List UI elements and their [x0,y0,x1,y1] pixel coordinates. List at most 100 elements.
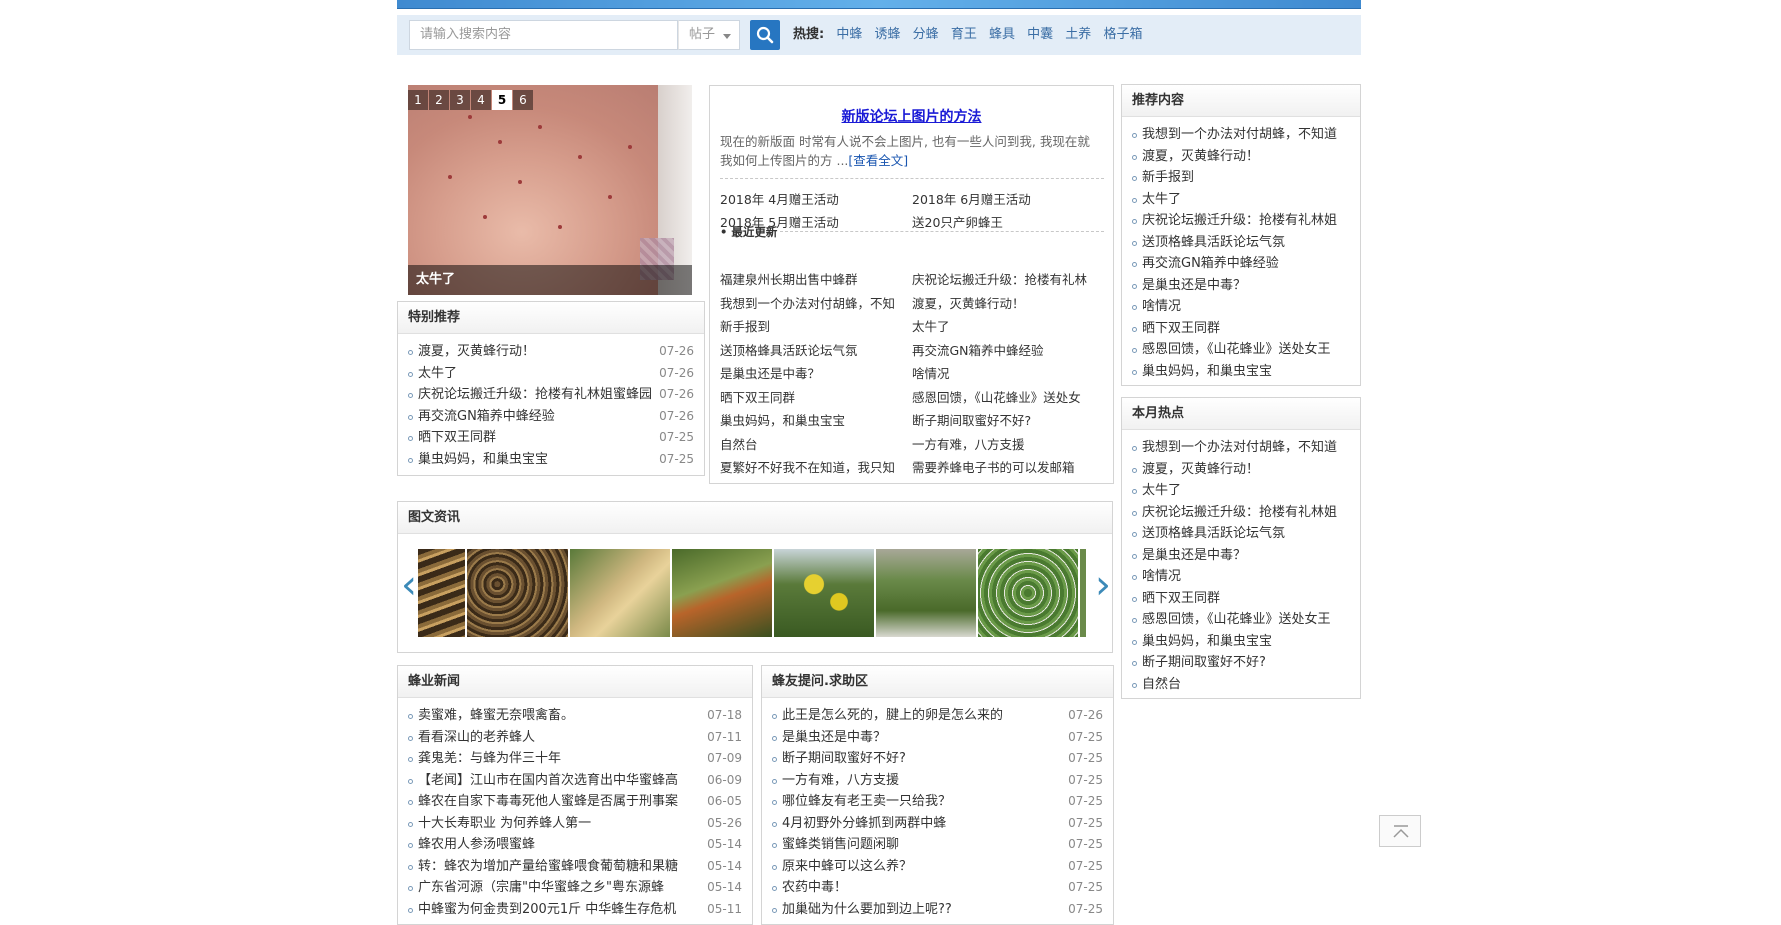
list-item[interactable]: 4月初野外分蜂抓到两群中蜂 07-25 [772,812,1103,834]
list-item[interactable]: 晒下双王同群 [1132,588,1350,610]
list-item[interactable]: 渡夏，灭黄蜂行动！ 07-26 [408,341,694,363]
search-button[interactable] [750,20,780,50]
list-item[interactable]: 蜜蜂类销售问题闲聊 07-25 [772,834,1103,856]
recent-link[interactable]: 晒下双王同群 [720,387,910,408]
recent-link[interactable]: 啥情况 [912,363,1102,384]
hot-term[interactable]: 中囊 [1027,27,1053,42]
chevron-left-icon[interactable]: ‹ [401,559,417,611]
top-banner[interactable] [397,0,1361,9]
list-item[interactable]: 啥情况 [1132,296,1350,318]
recent-link[interactable]: 断子期间取蜜好不好? [912,410,1102,431]
list-item[interactable]: 原来中蜂可以这么养？ 07-25 [772,855,1103,877]
gallery-photo[interactable] [774,549,874,637]
recent-link[interactable]: 巢虫妈妈，和巢虫宝宝 [720,410,910,431]
list-item[interactable]: 庆祝论坛搬迁升级：抢楼有礼林姐 [1132,502,1350,524]
recent-link[interactable]: 自然台 [720,434,910,455]
list-item[interactable]: 渡夏，灭黄蜂行动！ [1132,146,1350,168]
list-item[interactable]: 感恩回馈，《山花蜂业》送处女王 [1132,609,1350,631]
recent-link[interactable]: 感恩回馈，《山花蜂业》送处女 [912,387,1102,408]
slide-caption[interactable]: 太牛了 [408,265,692,295]
list-item[interactable]: 新手报到 [1132,167,1350,189]
event-link[interactable]: 2018年 6月赠王活动 [912,189,1102,210]
list-item[interactable]: 啥情况 [1132,566,1350,588]
list-item[interactable]: 一方有难，八方支援 07-25 [772,769,1103,791]
list-item[interactable]: 龚鬼羌：与蜂为伴三十年 07-09 [408,748,742,770]
gallery-photo[interactable] [978,549,1078,637]
list-item[interactable]: 晒下双王同群 [1132,318,1350,340]
recent-link[interactable]: 是巢虫还是中毒？ [720,363,910,384]
gallery-photo[interactable] [467,549,568,637]
recent-link[interactable]: 渡夏，灭黄蜂行动！ [912,293,1102,314]
recent-link[interactable]: 再交流GN箱养中蜂经验 [912,340,1102,361]
list-item[interactable]: 看看深山的老养蜂人 07-11 [408,726,742,748]
list-item[interactable]: 送顶格蜂具活跃论坛气氛 [1132,232,1350,254]
article-title[interactable]: 新版论坛上图片的方法 [710,106,1113,126]
gallery-photo[interactable] [1080,549,1086,637]
recent-link[interactable]: 新手报到 [720,316,910,337]
recent-link[interactable]: 我想到一个办法对付胡蜂，不知 [720,293,910,314]
back-to-top-button[interactable] [1379,815,1421,847]
list-item[interactable]: 太牛了 [1132,189,1350,211]
list-item[interactable]: 广东省河源（宗庸"中华蜜蜂之乡"粤东源蜂 05-14 [408,877,742,899]
list-item[interactable]: 加巢础为什么要加到边上呢?? 07-25 [772,898,1103,920]
slide-number[interactable]: 2 [429,90,449,110]
list-item[interactable]: 感恩回馈，《山花蜂业》送处女王 [1132,339,1350,361]
list-item[interactable]: 转：蜂农为增加产量给蜜蜂喂食葡萄糖和果糖 05-14 [408,855,742,877]
gallery-photo[interactable] [418,549,465,637]
recent-link[interactable]: 送顶格蜂具活跃论坛气氛 [720,340,910,361]
event-link[interactable]: 送20只产卵蜂王 [912,212,1102,233]
list-item[interactable]: 自然台 [1132,674,1350,696]
hot-term[interactable]: 育王 [951,27,977,42]
list-item[interactable]: 庆祝论坛搬迁升级：抢楼有礼林姐 [1132,210,1350,232]
list-item[interactable]: 此王是怎么死的，腱上的卵是怎么来的 07-26 [772,705,1103,727]
hot-term[interactable]: 诱蜂 [875,27,901,42]
list-item[interactable]: 断子期间取蜜好不好? 07-25 [772,748,1103,770]
list-item[interactable]: 哪位蜂友有老王卖一只给我？ 07-25 [772,791,1103,813]
recent-link[interactable]: 太牛了 [912,316,1102,337]
list-item[interactable]: 是巢虫还是中毒？ [1132,275,1350,297]
list-item[interactable]: 巢虫妈妈，和巢虫宝宝 [1132,361,1350,383]
gallery-photo[interactable] [672,549,772,637]
read-more-link[interactable]: [查看全文] [848,153,908,168]
list-item[interactable]: 庆祝论坛搬迁升级：抢楼有礼林姐蜜蜂园 07-26 [408,384,694,406]
recent-link[interactable]: 庆祝论坛搬迁升级：抢楼有礼林 [912,269,1102,290]
list-item[interactable]: 太牛了 07-26 [408,362,694,384]
recent-link[interactable]: 夏繁好不好我不在知道，我只知 [720,457,910,478]
hot-term[interactable]: 分蜂 [913,27,939,42]
search-input[interactable]: 请输入搜索内容 [409,20,678,50]
hot-term[interactable]: 格子箱 [1103,27,1142,42]
recent-link[interactable]: 需要养蜂电子书的可以发邮箱 [912,457,1102,478]
recent-link[interactable]: 福建泉州长期出售中蜂群 [720,269,910,290]
slide-number[interactable]: 1 [408,90,428,110]
slide-number[interactable]: 3 [450,90,470,110]
list-item[interactable]: 晒下双王同群 07-25 [408,427,694,449]
list-item[interactable]: 卖蜜难，蜂蜜无奈喂禽畜。 07-18 [408,705,742,727]
recent-link[interactable]: 一方有难，八方支援 [912,434,1102,455]
event-link[interactable]: 2018年 4月赠王活动 [720,189,910,210]
list-item[interactable]: 太牛了 [1132,480,1350,502]
list-item[interactable]: 蜂农用人参汤喂蜜蜂 05-14 [408,834,742,856]
hot-term[interactable]: 土养 [1065,27,1091,42]
list-item[interactable]: 中蜂蜜为何金贵到200元1斤 中华蜂生存危机 05-11 [408,898,742,920]
list-item[interactable]: 我想到一个办法对付胡蜂，不知道 [1132,124,1350,146]
gallery-photo[interactable] [876,549,976,637]
list-item[interactable]: 十大长寿职业 为何养蜂人第一 05-26 [408,812,742,834]
list-item[interactable]: 巢虫妈妈，和巢虫宝宝 07-25 [408,448,694,470]
slide-number-active[interactable]: 5 [492,90,512,110]
hot-term[interactable]: 蜂具 [989,27,1015,42]
list-item[interactable]: 我想到一个办法对付胡蜂，不知道 [1132,437,1350,459]
list-item[interactable]: 再交流GN箱养中蜂经验 [1132,253,1350,275]
list-item[interactable]: 是巢虫还是中毒？ [1132,545,1350,567]
hot-term[interactable]: 中蜂 [836,27,862,42]
gallery-photo[interactable] [570,549,670,637]
chevron-right-icon[interactable]: › [1095,559,1111,611]
slide-number[interactable]: 4 [471,90,491,110]
list-item[interactable]: 【老闻】江山市在国内首次选育出中华蜜蜂高 06-09 [408,769,742,791]
list-item[interactable]: 巢虫妈妈，和巢虫宝宝 [1132,631,1350,653]
search-scope-select[interactable]: 帖子 [678,20,740,50]
image-slideshow[interactable]: 1 2 3 4 5 6 太牛了 [408,85,692,295]
list-item[interactable]: 是巢虫还是中毒？ 07-25 [772,726,1103,748]
list-item[interactable]: 送顶格蜂具活跃论坛气氛 [1132,523,1350,545]
list-item[interactable]: 蜂农在自家下毒毒死他人蜜蜂是否属于刑事案 06-05 [408,791,742,813]
list-item[interactable]: 断子期间取蜜好不好? [1132,652,1350,674]
